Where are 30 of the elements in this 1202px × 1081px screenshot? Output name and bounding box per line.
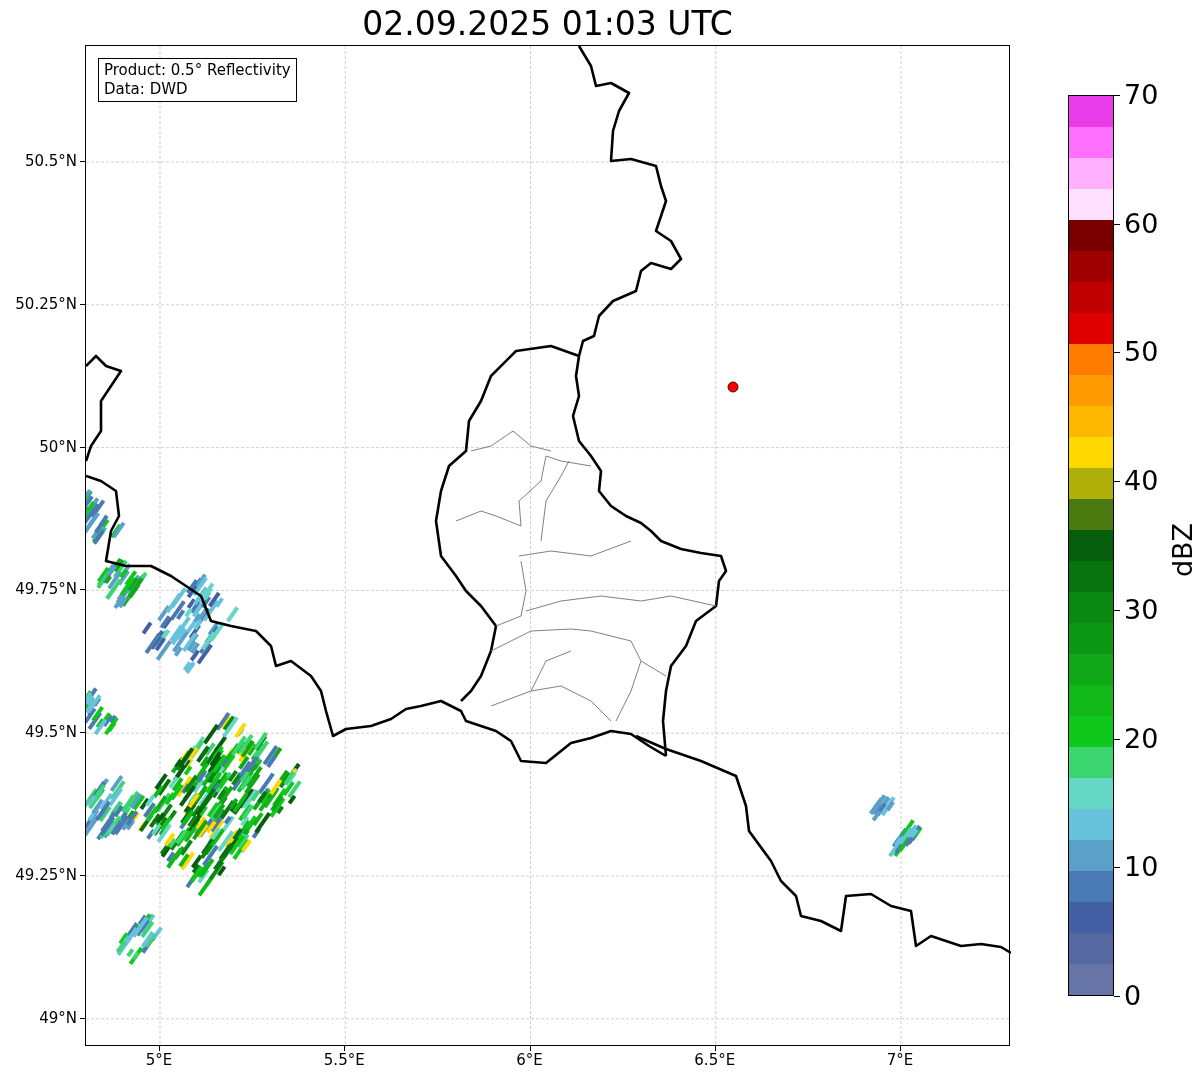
- colorbar-tick-label: 30: [1124, 593, 1159, 626]
- axis-tick-label: 50°N: [39, 437, 77, 456]
- axis-tick-label: 49°N: [39, 1008, 77, 1027]
- location-marker: [727, 381, 739, 393]
- axis-tick-label: 5°E: [144, 1051, 174, 1069]
- axis-tick-label: 50.5°N: [24, 152, 77, 170]
- info-text: Product: 0.5° Reflectivity: [104, 61, 291, 80]
- colorbar-tick-label: 10: [1124, 851, 1159, 884]
- colorbar-tick-label: 70: [1124, 79, 1159, 111]
- colorbar-label: dBZ: [1167, 522, 1199, 578]
- info-text: Data: DWD: [104, 80, 189, 99]
- colorbar-tick-label: 50: [1124, 336, 1159, 369]
- colorbar-tick-label: 20: [1124, 722, 1159, 755]
- colorbar-tick-label: 40: [1124, 465, 1159, 498]
- radar-echo: [869, 794, 896, 822]
- axis-tick-label: 6°E: [515, 1051, 544, 1069]
- axis-tick-label: 49.5°N: [24, 723, 77, 742]
- radar-echo: [115, 913, 163, 965]
- axis-tick-label: 6.5°E: [693, 1051, 737, 1069]
- radar-echo: [888, 819, 923, 858]
- colorbar-tick-label: 60: [1124, 207, 1159, 240]
- radar-echo: [86, 687, 119, 736]
- axis-tick-label: 49.75°N: [15, 580, 77, 599]
- colorbar-tick-label: 0: [1124, 980, 1142, 1012]
- chart-title: 02.09.2025 01:03 UTC: [361, 4, 734, 44]
- axis-tick-label: 5.5°E: [322, 1051, 366, 1069]
- radar-echo: [86, 489, 126, 545]
- axis-tick-label: 50.25°N: [15, 294, 77, 313]
- axis-tick-label: 49.25°N: [15, 866, 77, 884]
- axis-tick-label: 7°E: [885, 1051, 915, 1069]
